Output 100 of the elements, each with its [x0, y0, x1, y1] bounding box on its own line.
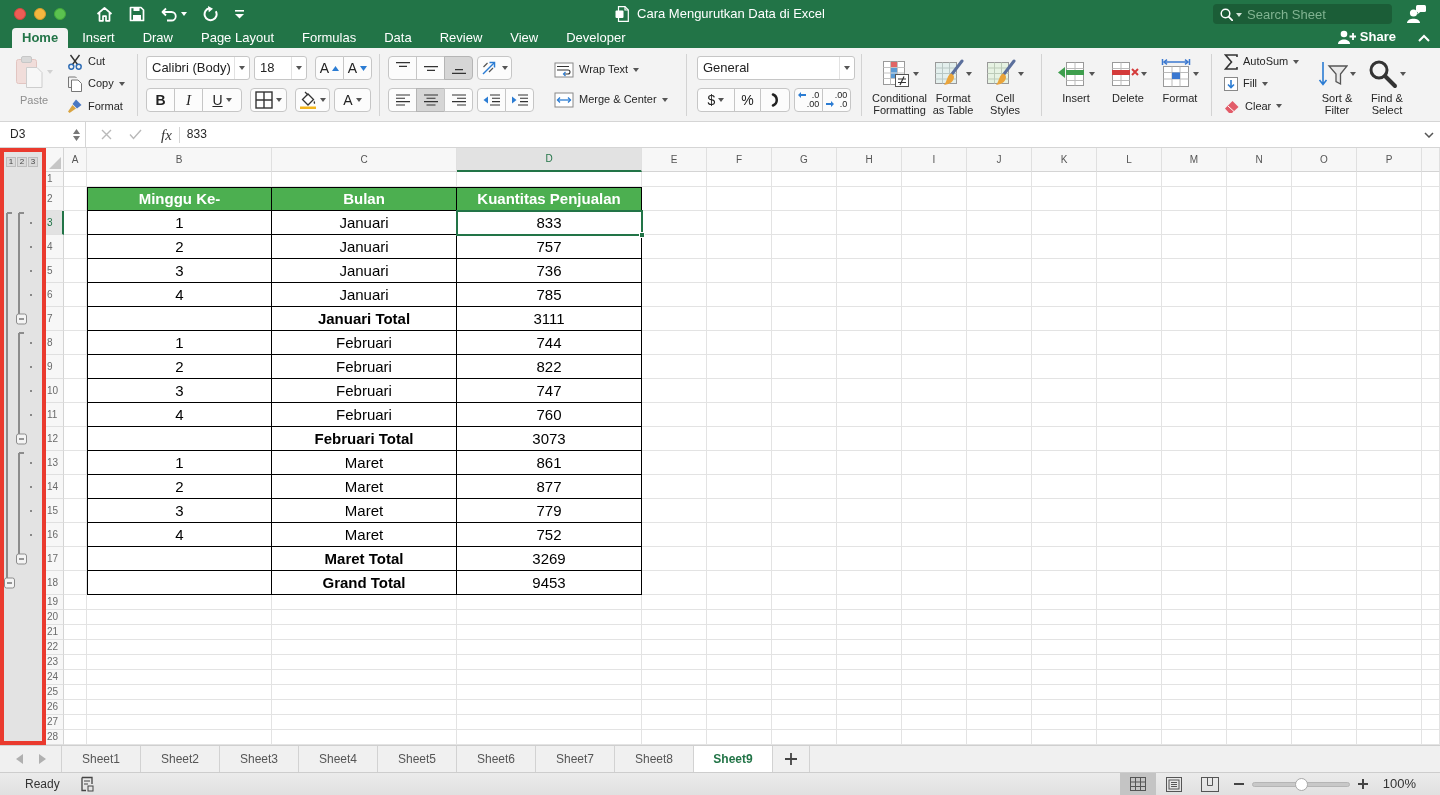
column-header[interactable]: N [1227, 148, 1292, 172]
insert-function-button[interactable]: fx [161, 125, 172, 144]
row-header[interactable]: 23 [46, 655, 64, 670]
column-header[interactable]: G [772, 148, 837, 172]
row-header[interactable]: 10 [46, 379, 64, 403]
row-header[interactable]: 18 [46, 571, 64, 595]
row-header[interactable]: 20 [46, 610, 64, 625]
line-caret-icon[interactable] [235, 9, 244, 19]
sort-filter-button[interactable]: Sort & Filter [1314, 56, 1360, 116]
row-header[interactable]: 4 [46, 235, 64, 259]
column-header[interactable]: A [64, 148, 87, 172]
row-header[interactable]: 13 [46, 451, 64, 475]
collapse-button[interactable] [4, 577, 15, 589]
row-header[interactable]: 12 [46, 427, 64, 451]
plus-icon[interactable] [785, 753, 797, 765]
fill-button[interactable]: Fill [1224, 74, 1314, 94]
align-left-button[interactable] [388, 88, 417, 112]
align-top-button[interactable] [388, 56, 417, 80]
caret-icon[interactable] [1236, 12, 1242, 17]
minus-icon[interactable] [1233, 783, 1244, 785]
ribbon-tab[interactable]: Developer [552, 28, 640, 48]
row-header[interactable]: 24 [46, 670, 64, 685]
zoom-button[interactable] [54, 8, 66, 20]
column-header[interactable]: K [1032, 148, 1097, 172]
person-speech-bubble-icon[interactable] [1407, 5, 1426, 23]
outline-level-button[interactable]: 3 [28, 157, 38, 167]
orientation-button[interactable] [477, 56, 512, 80]
row-header[interactable]: 14 [46, 475, 64, 499]
row-header[interactable]: 6 [46, 283, 64, 307]
row-header[interactable]: 11 [46, 403, 64, 427]
insert-button[interactable]: Insert [1050, 56, 1102, 116]
formula-field[interactable]: 833 [186, 122, 1424, 147]
row-header[interactable]: 5 [46, 259, 64, 283]
align-bottom-button[interactable] [444, 56, 473, 80]
row-header[interactable]: 3 [46, 211, 64, 235]
check-icon[interactable] [129, 129, 142, 140]
collapse-button[interactable] [16, 433, 27, 445]
copy-button[interactable]: Copy [67, 74, 125, 94]
row-header[interactable]: 7 [46, 307, 64, 331]
chevron-up-icon[interactable] [1418, 34, 1430, 42]
row-header[interactable]: 26 [46, 700, 64, 715]
cut-button[interactable]: Cut [67, 52, 125, 72]
row-header[interactable]: 2 [46, 187, 64, 211]
italic-button[interactable]: I [174, 88, 203, 112]
row-header[interactable]: 8 [46, 331, 64, 355]
font-color-button[interactable]: A [334, 88, 371, 112]
search-icon[interactable] [1220, 8, 1233, 21]
collapse-button[interactable] [16, 553, 27, 565]
name-box[interactable]: D3 [0, 122, 86, 147]
share-button[interactable]: Share [1337, 25, 1396, 48]
format-as-table-button[interactable]: Format as Table [927, 56, 980, 116]
collapse-button[interactable] [16, 313, 27, 325]
autosum-button[interactable]: AutoSum [1224, 52, 1314, 72]
column-header[interactable]: C [272, 148, 457, 172]
ribbon-tab[interactable]: Review [425, 28, 497, 48]
increase-indent-button[interactable] [505, 88, 534, 112]
column-header[interactable]: I [902, 148, 967, 172]
format-painter-button[interactable]: Format [67, 96, 125, 116]
ribbon-tab[interactable]: Draw [128, 28, 187, 48]
bold-button[interactable]: B [146, 88, 175, 112]
plus-icon[interactable] [1357, 779, 1368, 789]
chevron-down-icon[interactable] [1424, 131, 1434, 138]
increase-font-button[interactable]: A [315, 56, 344, 80]
column-header[interactable]: L [1097, 148, 1162, 172]
slider-thumb[interactable] [1294, 777, 1308, 791]
wrap-text-button[interactable]: Wrap Text [554, 60, 668, 80]
format-button[interactable]: Format [1154, 56, 1206, 116]
ribbon-tab[interactable]: Formulas [288, 28, 371, 48]
ribbon-tab[interactable]: View [496, 28, 553, 48]
caret-icon[interactable] [181, 12, 187, 16]
percent-button[interactable]: % [734, 88, 761, 112]
circular-arrow-icon[interactable] [203, 6, 219, 22]
zoom-percentage[interactable]: 100% [1382, 776, 1416, 792]
row-header[interactable]: 17 [46, 547, 64, 571]
column-header[interactable]: O [1292, 148, 1357, 172]
undo-icon[interactable] [161, 6, 177, 22]
align-right-button[interactable] [444, 88, 473, 112]
page-icon[interactable] [79, 776, 94, 792]
row-header[interactable]: 28 [46, 730, 64, 745]
column-header[interactable]: M [1162, 148, 1227, 172]
row-header[interactable]: 15 [46, 499, 64, 523]
number-format-dropdown[interactable]: General [697, 56, 855, 80]
outline-level-button[interactable]: 1 [6, 157, 16, 167]
search-field[interactable]: Search Sheet [1213, 4, 1392, 24]
fill-handle[interactable] [639, 232, 645, 238]
column-header[interactable]: E [642, 148, 707, 172]
align-middle-button[interactable] [416, 56, 445, 80]
borders-button[interactable] [250, 88, 287, 112]
font-name-dropdown[interactable]: Calibri (Body) [146, 56, 250, 80]
sheet-tab[interactable]: Sheet9 [694, 746, 773, 772]
decrease-decimal-button[interactable]: .00 .0 [822, 88, 851, 112]
column-header[interactable]: F [707, 148, 772, 172]
currency-button[interactable]: $ [697, 88, 735, 112]
cell-styles-button[interactable]: Cell Styles [979, 56, 1032, 116]
ribbon-tab[interactable]: Page Layout [187, 28, 288, 48]
row-header[interactable]: 1 [46, 172, 64, 187]
find-select-button[interactable]: Find & Select [1364, 56, 1410, 116]
underline-button[interactable]: U [202, 88, 242, 112]
increase-decimal-button[interactable]: .0 .00 [794, 88, 823, 112]
font-size-dropdown[interactable]: 18 [254, 56, 307, 80]
